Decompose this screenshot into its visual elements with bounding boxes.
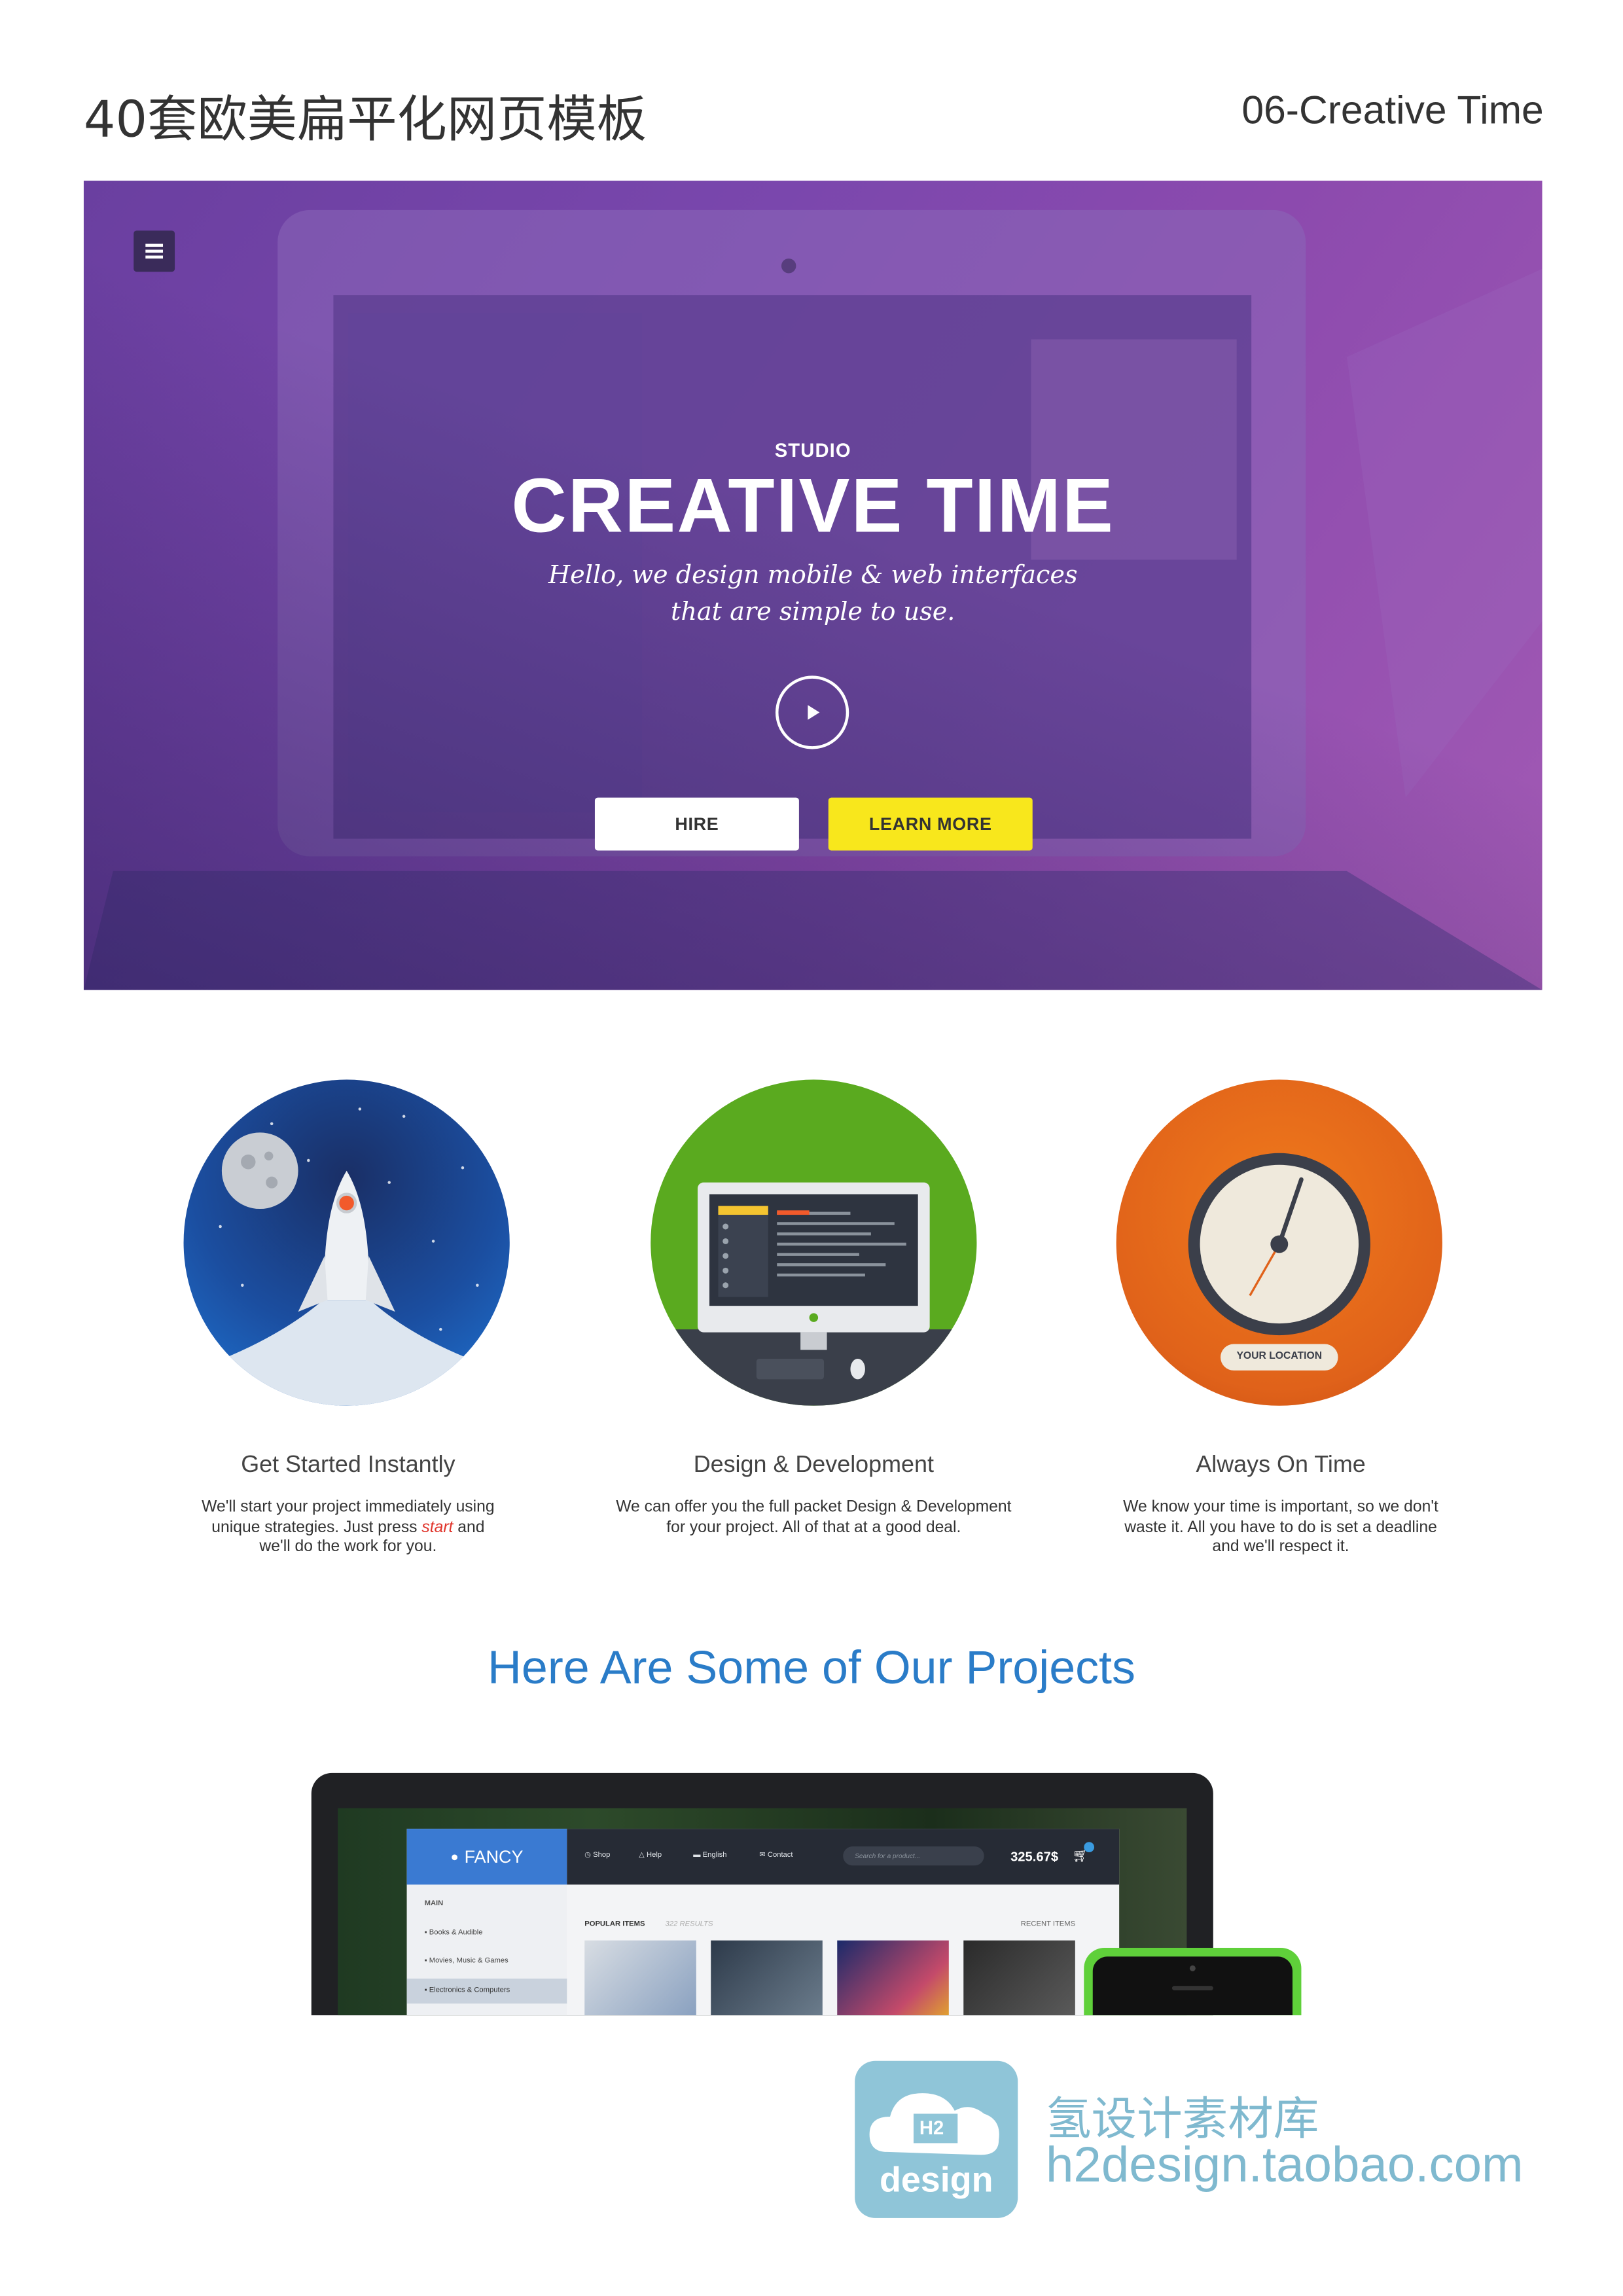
mock-sidebar-label: Books & Audible <box>429 1928 483 1938</box>
hero-subtitle-line: Hello, we design mobile & web interfaces <box>548 561 1078 591</box>
location-badge: YOUR LOCATION <box>1236 1351 1323 1362</box>
play-icon <box>808 705 820 720</box>
hero-title: CREATIVE TIME <box>511 464 1115 550</box>
watermark-url: h2design.taobao.com <box>1045 2137 1524 2193</box>
projects-heading: Here Are Some of Our Projects <box>488 1640 1135 1694</box>
play-video-button[interactable] <box>775 675 849 749</box>
mock-product-thumb[interactable] <box>963 1940 1075 2016</box>
phone-mockup <box>1084 1947 1302 2016</box>
mock-nav-label: Help <box>647 1850 662 1860</box>
feature-description: We know your time is important, so we do… <box>1060 1498 1501 1558</box>
feature-title: Always On Time <box>1196 1452 1366 1478</box>
monitor-illustration <box>651 1079 977 1406</box>
page: 40套欧美扁平化网页模板 06-Creative Time STUDIO CRE… <box>0 0 1623 2296</box>
mock-nav-item[interactable]: ▬ English <box>693 1851 726 1859</box>
hero-subtitle: Hello, we design mobile & web interfaces… <box>84 558 1543 632</box>
mock-cart-total: 325.67$ <box>1010 1849 1059 1865</box>
mock-sidebar-item[interactable]: ▪ Books & Audible <box>425 1929 483 1937</box>
sheet-subtitle: 06-Creative Time <box>1241 88 1544 132</box>
hero-subtitle-line: that are simple to use. <box>671 598 955 628</box>
feature-desc-line: for your project. All of that at a good … <box>666 1518 961 1536</box>
phone-speaker <box>1171 1986 1213 1991</box>
feature-desc-line: unique strategies. Just press start and <box>128 1518 568 1537</box>
mock-nav-label: Contact <box>767 1850 793 1860</box>
mock-search-input[interactable]: Search for a product... <box>843 1846 984 1866</box>
mock-sidebar-label: Movies, Music & Games <box>429 1956 508 1965</box>
mock-nav-item[interactable]: ◷ Shop <box>584 1851 610 1859</box>
feature-desc-line: and we'll respect it. <box>1212 1537 1349 1556</box>
feature-desc-line: waste it. All you have to do is set a de… <box>1124 1518 1437 1536</box>
rocket-illustration <box>183 1079 510 1406</box>
hero-section: STUDIO CREATIVE TIME Hello, we design mo… <box>83 181 1543 990</box>
logo-mark: H2 <box>919 2117 944 2139</box>
feature-desc-line: We'll start your project immediately usi… <box>202 1498 495 1516</box>
feature-description: We'll start your project immediately usi… <box>128 1498 568 1558</box>
cart-badge <box>1084 1842 1095 1853</box>
hire-button[interactable]: HIRE <box>594 797 799 851</box>
feature-title: Get Started Instantly <box>241 1452 455 1478</box>
mock-popular-label: POPULAR ITEMS <box>584 1920 645 1929</box>
sheet-title: 40套欧美扁平化网页模板 <box>83 91 647 150</box>
mock-recent-label: RECENT ITEMS <box>1020 1920 1076 1929</box>
mock-sidebar-item[interactable]: ▪ Electronics & Computers <box>425 1986 510 1994</box>
hamburger-icon <box>145 243 164 259</box>
mock-topbar: ◷ Shop △ Help ▬ English ✉ Contact Search… <box>567 1829 1120 1885</box>
menu-button[interactable] <box>134 230 175 272</box>
phone-camera <box>1189 1965 1196 1971</box>
mock-sidebar-label: Electronics & Computers <box>429 1986 510 1995</box>
mock-nav-item[interactable]: △ Help <box>639 1851 662 1859</box>
feature-desc-line: we'll do the work for you. <box>259 1537 437 1556</box>
monitor-icon <box>651 1182 977 1406</box>
learn-more-button[interactable]: LEARN MORE <box>828 797 1033 851</box>
mock-product-thumb[interactable] <box>584 1940 696 2016</box>
mock-brand-label: FANCY <box>464 1846 524 1867</box>
mock-product-thumb[interactable] <box>711 1940 823 2016</box>
feature-description: We can offer you the full packet Design … <box>594 1498 1034 1538</box>
feature-title: Design & Development <box>693 1452 934 1478</box>
mock-sidebar-section: MAIN <box>424 1899 444 1909</box>
clock-illustration: YOUR LOCATION <box>1116 1079 1442 1406</box>
laptop-mockup: ● FANCY MAIN ▪ Books & Audible ▪ Movies, … <box>311 1772 1213 2016</box>
mock-nav-label: Shop <box>593 1850 611 1860</box>
mock-results-label: 322 RESULTS <box>665 1920 713 1929</box>
mock-brand[interactable]: ● FANCY <box>406 1829 567 1885</box>
hero-eyebrow: STUDIO <box>774 439 851 461</box>
logo-text: design <box>879 2161 993 2200</box>
feature-desc-text: unique strategies. Just press <box>211 1518 422 1536</box>
h2design-logo: H2 design <box>855 2060 1018 2218</box>
feature-desc-line: We can offer you the full packet Design … <box>616 1498 1012 1516</box>
mock-nav-item[interactable]: ✉ Contact <box>759 1851 793 1859</box>
mock-nav-label: English <box>702 1850 727 1860</box>
start-link[interactable]: start <box>421 1518 453 1535</box>
mock-sidebar: ● FANCY MAIN ▪ Books & Audible ▪ Movies, … <box>406 1829 567 2016</box>
rocket-icon <box>183 1107 510 1406</box>
mock-product-thumb[interactable] <box>837 1940 949 2016</box>
mock-sidebar-item[interactable]: ▪ Movies, Music & Games <box>425 1956 508 1965</box>
lightbulb-icon: ● <box>450 1849 459 1865</box>
feature-desc-line: We know your time is important, so we do… <box>1123 1498 1438 1516</box>
feature-desc-text: and <box>453 1518 485 1536</box>
mock-website: ● FANCY MAIN ▪ Books & Audible ▪ Movies, … <box>406 1829 1120 2016</box>
